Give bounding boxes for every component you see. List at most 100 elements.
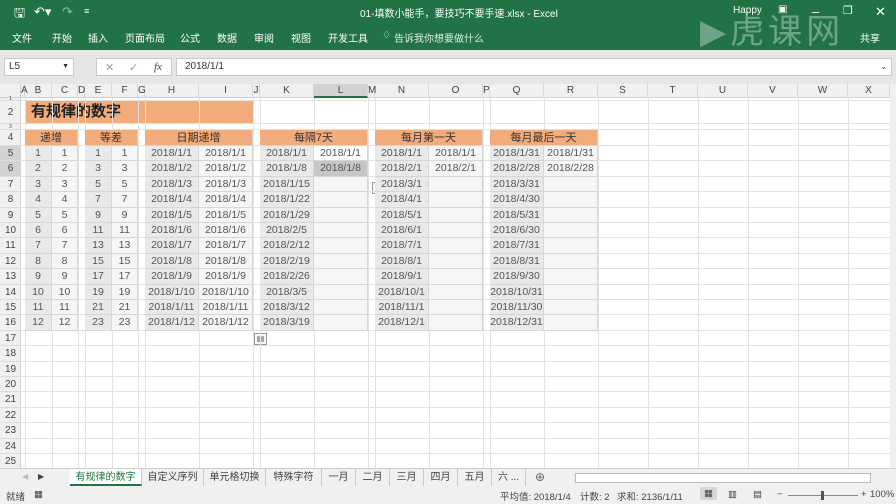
table-cell[interactable]: 2018/1/11 — [199, 300, 253, 316]
zoom-in-icon[interactable]: + — [861, 489, 867, 500]
table-cell[interactable] — [544, 300, 598, 316]
table-cell[interactable]: 2018/3/31 — [490, 176, 544, 193]
table-cell[interactable]: 10 — [25, 284, 52, 300]
column-header-m[interactable]: M — [368, 84, 376, 98]
table-cell[interactable]: 2018/1/7 — [199, 238, 253, 254]
table-cell[interactable]: 2018/1/8 — [314, 161, 368, 177]
table-cell[interactable]: 3 — [112, 161, 138, 177]
column-header-u[interactable]: U — [698, 84, 748, 98]
table-cell[interactable]: 7 — [25, 238, 52, 254]
column-header-f[interactable]: F — [112, 84, 138, 98]
row-header-23[interactable]: 23 — [0, 423, 21, 439]
row-header-8[interactable]: 8 — [0, 192, 21, 208]
table-cell[interactable]: 2018/1/8 — [260, 161, 314, 177]
column-header-v[interactable]: V — [748, 84, 798, 98]
column-header-x[interactable]: X — [848, 84, 890, 98]
sheet-tab[interactable]: 六 ... — [492, 469, 526, 486]
sheet-tab[interactable]: 五月 — [458, 469, 492, 486]
horizontal-scrollbar[interactable] — [575, 473, 871, 483]
table-cell[interactable]: 2018/5/1 — [375, 207, 429, 223]
table-cell[interactable] — [429, 284, 483, 300]
table-cell[interactable]: 5 — [85, 176, 112, 193]
worksheet-grid[interactable]: 有规律的数字 ✚ ▤ ▤ 递增1234567891011121234567891… — [21, 98, 890, 468]
table-cell[interactable] — [429, 300, 483, 316]
row-header-16[interactable]: 16 — [0, 315, 21, 331]
row-header-17[interactable]: 17 — [0, 331, 21, 347]
table-cell[interactable]: 2018/9/1 — [375, 269, 429, 285]
table-cell[interactable]: 2018/10/1 — [375, 284, 429, 300]
tab-file[interactable]: 文件 — [12, 30, 32, 45]
table-cell[interactable]: 2018/1/5 — [199, 207, 253, 223]
table-cell[interactable]: 2018/7/1 — [375, 238, 429, 254]
table-cell[interactable] — [429, 207, 483, 223]
table-cell[interactable]: 9 — [52, 269, 78, 285]
row-header-18[interactable]: 18 — [0, 346, 21, 362]
sheet-tab[interactable]: 一月 — [322, 469, 356, 486]
table-cell[interactable] — [314, 269, 368, 285]
row-header-12[interactable]: 12 — [0, 254, 21, 270]
share-button[interactable]: 共享 — [860, 30, 880, 45]
table-cell[interactable]: 1 — [85, 146, 112, 162]
table-cell[interactable]: 2018/11/30 — [490, 300, 544, 316]
table-cell[interactable]: 2018/1/10 — [145, 284, 199, 300]
row-header-6[interactable]: 6 — [0, 161, 21, 177]
table-cell[interactable]: 2018/2/5 — [260, 223, 314, 239]
new-sheet-icon[interactable]: ⊕ — [535, 470, 545, 484]
table-cell[interactable]: 5 — [112, 176, 138, 193]
table-cell[interactable]: 2018/3/19 — [260, 315, 314, 331]
restore-icon[interactable]: ❐ — [843, 4, 853, 17]
table-cell[interactable]: 11 — [112, 223, 138, 239]
table-cell[interactable]: 2018/1/1 — [260, 146, 314, 162]
tab-view[interactable]: 视图 — [291, 30, 311, 45]
tab-insert[interactable]: 插入 — [88, 30, 108, 45]
table-cell[interactable]: 23 — [85, 315, 112, 331]
sheet-tab[interactable]: 单元格切换 — [204, 469, 266, 486]
table-cell[interactable]: 2018/1/15 — [260, 176, 314, 193]
page-break-view-icon[interactable]: ▤ — [753, 489, 762, 500]
cancel-icon[interactable]: ✕ — [105, 61, 114, 74]
tab-home[interactable]: 开始 — [52, 30, 72, 45]
table-cell[interactable]: 2018/1/6 — [199, 223, 253, 239]
column-header-g[interactable]: G — [138, 84, 146, 98]
normal-view-icon[interactable]: ▦ — [700, 487, 717, 500]
table-cell[interactable]: 17 — [85, 269, 112, 285]
zoom-level[interactable]: 100% — [870, 489, 894, 500]
table-cell[interactable]: 2018/3/12 — [260, 300, 314, 316]
table-cell[interactable] — [314, 176, 368, 193]
table-cell[interactable]: 2 — [52, 161, 78, 177]
customize-qat-icon[interactable]: ≡ — [84, 6, 89, 16]
zoom-out-icon[interactable]: − — [777, 489, 783, 500]
row-header-22[interactable]: 22 — [0, 408, 21, 424]
table-cell[interactable]: 1 — [52, 146, 78, 162]
table-cell[interactable] — [314, 238, 368, 254]
column-header-i[interactable]: I — [199, 84, 253, 98]
table-cell[interactable]: 15 — [112, 253, 138, 270]
table-cell[interactable]: 4 — [52, 192, 78, 208]
table-cell[interactable]: 17 — [112, 269, 138, 285]
table-cell[interactable]: 2018/1/31 — [490, 146, 544, 162]
sheet-tab[interactable]: 有规律的数字 — [70, 469, 142, 486]
table-cell[interactable]: 7 — [52, 238, 78, 254]
column-header-o[interactable]: O — [429, 84, 483, 98]
table-cell[interactable]: 6 — [25, 223, 52, 239]
zoom-slider[interactable] — [788, 491, 858, 500]
column-header-s[interactable]: S — [598, 84, 648, 98]
sheet-tab[interactable]: 二月 — [356, 469, 390, 486]
sheet-tab[interactable]: 自定义序列 — [142, 469, 204, 486]
formula-input[interactable]: 2018/1/1 ⌄ — [176, 58, 892, 76]
table-cell[interactable] — [544, 315, 598, 331]
table-cell[interactable]: 21 — [85, 300, 112, 316]
table-cell[interactable]: 2018/2/12 — [260, 238, 314, 254]
expand-formula-icon[interactable]: ⌄ — [880, 62, 887, 71]
table-cell[interactable] — [544, 284, 598, 300]
tell-me-search[interactable]: 告诉我你想要做什么 — [394, 30, 484, 45]
column-header-p[interactable]: P — [483, 84, 490, 98]
table-cell[interactable]: 2018/2/1 — [429, 161, 483, 177]
page-layout-view-icon[interactable]: ▥ — [728, 489, 737, 500]
column-header-k[interactable]: K — [260, 84, 314, 98]
table-cell[interactable]: 2018/5/31 — [490, 207, 544, 223]
table-cell[interactable]: 10 — [52, 284, 78, 300]
table-cell[interactable]: 2018/1/10 — [199, 284, 253, 300]
table-cell[interactable]: 13 — [112, 238, 138, 254]
table-cell[interactable] — [314, 223, 368, 239]
